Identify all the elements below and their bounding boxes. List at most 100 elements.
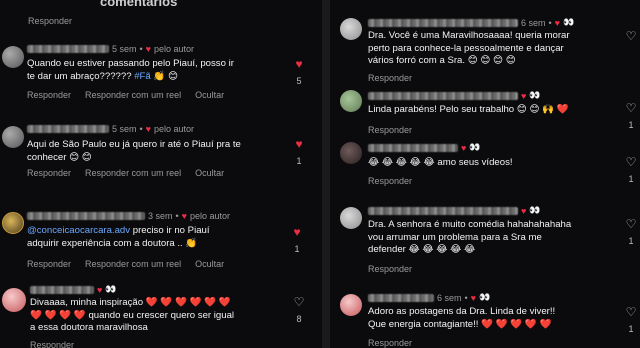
- comment-line: Linda parabéns! Pelo seu trabalho 😊 😊 🙌 …: [368, 104, 569, 115]
- hide-button[interactable]: Ocultar: [195, 168, 224, 178]
- heart-outline-icon[interactable]: ♡: [624, 102, 638, 114]
- comment-text: Dra. Você é uma Maravilhosaaaa! queria m…: [368, 30, 618, 68]
- reply-button[interactable]: Responder: [28, 16, 86, 26]
- reply-button[interactable]: Responder: [27, 168, 71, 178]
- like-control[interactable]: ♥ 1: [292, 138, 306, 166]
- comment-meta: 6 sem • ♥ 👀: [368, 17, 574, 28]
- avatar[interactable]: [2, 46, 24, 68]
- comment-meta: ♥ 👀: [368, 90, 541, 101]
- like-count: 1: [296, 156, 302, 166]
- comment-actions: Responder: [368, 176, 426, 186]
- reply-with-reel-button[interactable]: Responder com um reel: [85, 259, 181, 269]
- author-heart-icon: ♥: [97, 284, 103, 295]
- reply-button[interactable]: Responder: [27, 90, 71, 100]
- comment-text: 😂 😂 😂 😂 😂 amo seus vídeos!: [368, 157, 618, 170]
- username-blurred[interactable]: [27, 212, 145, 220]
- like-count: 1: [628, 120, 634, 130]
- like-control[interactable]: ♥ 5: [292, 58, 306, 86]
- reply-button[interactable]: Responder: [368, 338, 412, 348]
- comment-line: adquirir experiência com a doutora .. 👏: [27, 237, 198, 249]
- panel-divider: [322, 0, 330, 348]
- comment-line: conhecer 😊 😊: [27, 151, 92, 163]
- heart-outline-icon[interactable]: ♡: [624, 30, 638, 42]
- reply-button[interactable]: Responder: [368, 176, 412, 186]
- reply-button[interactable]: Responder: [27, 259, 71, 269]
- reply-button[interactable]: Responder: [368, 264, 412, 274]
- like-control[interactable]: ♡ 1: [624, 102, 638, 130]
- author-heart-icon: ♥: [461, 142, 467, 153]
- comment-meta: 5 sem • ♥ pelo autor: [27, 124, 194, 134]
- heart-filled-icon[interactable]: ♥: [292, 58, 306, 70]
- emoji-text: 👏 😊: [150, 70, 179, 82]
- comment-actions: Responder Responder com um reel Ocultar: [27, 90, 238, 100]
- mention-link[interactable]: @conceicaocarcara.adv: [27, 225, 130, 236]
- like-control[interactable]: ♡ 1: [624, 156, 638, 184]
- like-count: 5: [296, 76, 302, 86]
- like-control[interactable]: ♡ 1: [624, 218, 638, 246]
- username-blurred[interactable]: [368, 143, 458, 152]
- heart-filled-icon[interactable]: ♥: [292, 138, 306, 150]
- comment-meta: ♥ 👀: [368, 142, 481, 153]
- comment-line: Que energia contagiante!! ❤️ ❤️ ❤️ ❤️ ❤️: [368, 318, 552, 330]
- comment-line: ❤️ ❤️ ❤️ ❤️ quando eu crescer quero ser …: [30, 309, 235, 321]
- author-heart-icon: ♥: [521, 205, 527, 216]
- avatar[interactable]: [340, 142, 362, 164]
- avatar[interactable]: [340, 18, 362, 40]
- heart-outline-icon[interactable]: ♡: [624, 156, 638, 168]
- avatar[interactable]: [2, 212, 24, 234]
- username-blurred[interactable]: [368, 293, 434, 302]
- heart-outline-icon[interactable]: ♡: [292, 296, 306, 308]
- like-count: 1: [294, 244, 300, 254]
- timestamp: 6 sem: [437, 292, 462, 303]
- comment-line: Aqui de São Paulo eu já quero ir até o P…: [27, 139, 241, 150]
- timestamp: 6 sem: [521, 17, 546, 28]
- hide-button[interactable]: Ocultar: [195, 90, 224, 100]
- reply-button[interactable]: Responder: [30, 340, 74, 348]
- heart-filled-icon[interactable]: ♥: [290, 226, 304, 238]
- left-comments-panel: comentarios Responder 5 sem • ♥ pelo aut…: [0, 0, 322, 348]
- avatar[interactable]: [340, 207, 362, 229]
- like-control[interactable]: ♡ 1: [624, 306, 638, 334]
- like-control[interactable]: ♡: [624, 30, 638, 42]
- avatar[interactable]: [340, 90, 362, 112]
- heart-outline-icon[interactable]: ♡: [624, 306, 638, 318]
- avatar[interactable]: [340, 294, 362, 316]
- comment-meta: ♥ 👀: [368, 205, 541, 216]
- heart-outline-icon[interactable]: ♡: [624, 218, 638, 230]
- reply-button[interactable]: Responder: [368, 125, 412, 135]
- hashtag-link[interactable]: #Fã: [134, 71, 151, 82]
- comment-actions: Responder: [368, 73, 426, 83]
- username-blurred[interactable]: [27, 125, 109, 133]
- reply-with-reel-button[interactable]: Responder com um reel: [85, 90, 181, 100]
- comment-text: Linda parabéns! Pelo seu trabalho 😊 😊 🙌 …: [368, 104, 618, 117]
- comment-line: Divaaaa, minha inspiração ❤️ ❤️ ❤️ ❤️ ❤️…: [30, 297, 231, 308]
- username-blurred[interactable]: [27, 45, 109, 53]
- like-count: 8: [296, 314, 302, 324]
- avatar[interactable]: [2, 126, 24, 148]
- comment-actions: Responder: [368, 264, 426, 274]
- comment-line: vários forró com a Sra. 😊 😊 😊 😊: [368, 55, 516, 66]
- liked-by-author-label: pelo autor: [190, 211, 231, 221]
- comment-line: preciso ir no Piauí: [130, 225, 210, 236]
- comment-line: te dar um abraço??????: [27, 70, 135, 82]
- author-heart-icon: ♥: [181, 211, 188, 221]
- reply-button[interactable]: Responder: [368, 73, 412, 83]
- author-heart-icon: ♥: [470, 292, 477, 303]
- comment-line: 😂 😂 😂 😂 😂 amo seus vídeos!: [368, 157, 513, 168]
- cut-off-heading: comentarios: [100, 0, 178, 9]
- comment-line: Quando eu estiver passando pelo Piauí, p…: [27, 58, 234, 69]
- username-blurred[interactable]: [368, 206, 518, 215]
- author-heart-icon: ♥: [145, 44, 152, 54]
- comment-meta: 6 sem • ♥ 👀: [368, 292, 490, 303]
- right-comments-panel: 6 sem • ♥ 👀 Dra. Você é uma Maravilhosaa…: [330, 0, 640, 348]
- username-blurred[interactable]: [368, 91, 518, 100]
- comment-line: perto para conhece-la pessoalmente e dan…: [368, 42, 564, 54]
- author-heart-icon: ♥: [521, 90, 527, 101]
- like-control[interactable]: ♡ 8: [292, 296, 306, 324]
- reply-with-reel-button[interactable]: Responder com um reel: [85, 168, 181, 178]
- like-control[interactable]: ♥ 1: [290, 226, 304, 254]
- avatar[interactable]: [2, 288, 26, 312]
- username-blurred[interactable]: [368, 18, 518, 27]
- hide-button[interactable]: Ocultar: [195, 259, 224, 269]
- username-blurred[interactable]: [30, 285, 94, 294]
